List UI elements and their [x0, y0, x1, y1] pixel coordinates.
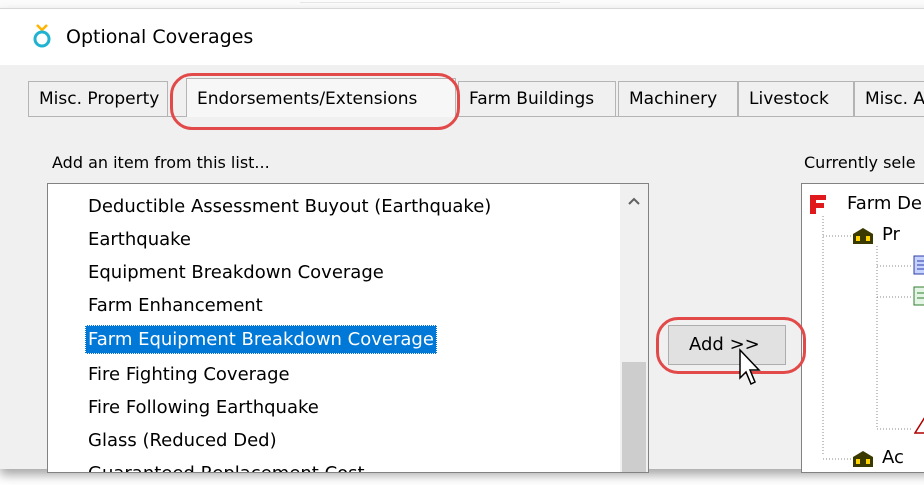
current-coverages-tree[interactable]: Farm De Pr Ac — [801, 183, 924, 473]
background-window-strip — [0, 0, 924, 8]
tab-misc-a[interactable]: Misc. A — [854, 81, 924, 116]
building-icon — [853, 451, 873, 467]
tab-label-misc-property: Misc. Property — [39, 89, 160, 109]
tab-label-livestock: Livestock — [749, 89, 829, 109]
list-item[interactable]: Earthquake — [88, 225, 191, 254]
tab-label-machinery: Machinery — [629, 89, 718, 109]
window-title: Optional Coverages — [66, 26, 254, 48]
scroll-up-arrow-icon[interactable] — [627, 196, 641, 206]
background-window-edge — [300, 0, 560, 3]
tab-label-misc-a: Misc. A — [865, 89, 924, 109]
tab-highlight-annotation — [170, 73, 460, 130]
tab-farm-buildings[interactable]: Farm Buildings — [458, 81, 616, 116]
scroll-thumb[interactable] — [622, 362, 646, 472]
available-coverages-list[interactable]: Deductible Assessment Buyout (Earthquake… — [47, 183, 649, 473]
ring-icon — [33, 24, 51, 48]
current-selection-label: Currently sele — [804, 153, 916, 172]
tab-strip: Misc. Property Endorsements/Extensions F… — [28, 78, 924, 117]
list-item[interactable]: Farm Enhancement — [88, 291, 263, 320]
tree-child-label[interactable]: Pr — [882, 224, 900, 245]
tree-child-label[interactable]: Ac — [882, 447, 904, 468]
farm-f-icon — [810, 195, 826, 214]
document-icon — [913, 255, 924, 275]
tab-misc-property[interactable]: Misc. Property — [28, 81, 168, 116]
tab-baseline — [28, 116, 924, 117]
available-list-label: Add an item from this list... — [52, 153, 270, 172]
list-item[interactable]: Guaranteed Replacement Cost — [88, 459, 365, 472]
tree-root-label[interactable]: Farm De — [847, 193, 922, 214]
mouse-pointer-icon — [739, 348, 761, 386]
list-item[interactable]: Glass (Reduced Ded) — [88, 426, 277, 455]
list-item-selected[interactable]: Farm Equipment Breakdown Coverage — [85, 325, 437, 354]
tab-livestock[interactable]: Livestock — [738, 81, 854, 116]
list-item[interactable]: Fire Following Earthquake — [88, 393, 319, 422]
tab-label-farm-buildings: Farm Buildings — [469, 89, 595, 109]
title-bar[interactable]: Optional Coverages — [0, 9, 924, 65]
list-item[interactable]: Fire Fighting Coverage — [88, 360, 290, 389]
warning-icon — [914, 417, 924, 434]
list-item[interactable]: Deductible Assessment Buyout (Earthquake… — [88, 192, 491, 221]
list-item[interactable]: Equipment Breakdown Coverage — [88, 258, 384, 287]
list-scrollbar[interactable] — [620, 184, 648, 472]
tab-machinery[interactable]: Machinery — [618, 81, 738, 116]
add-button-highlight-annotation — [656, 317, 806, 374]
building-icon — [853, 228, 873, 244]
form-icon — [913, 286, 924, 306]
